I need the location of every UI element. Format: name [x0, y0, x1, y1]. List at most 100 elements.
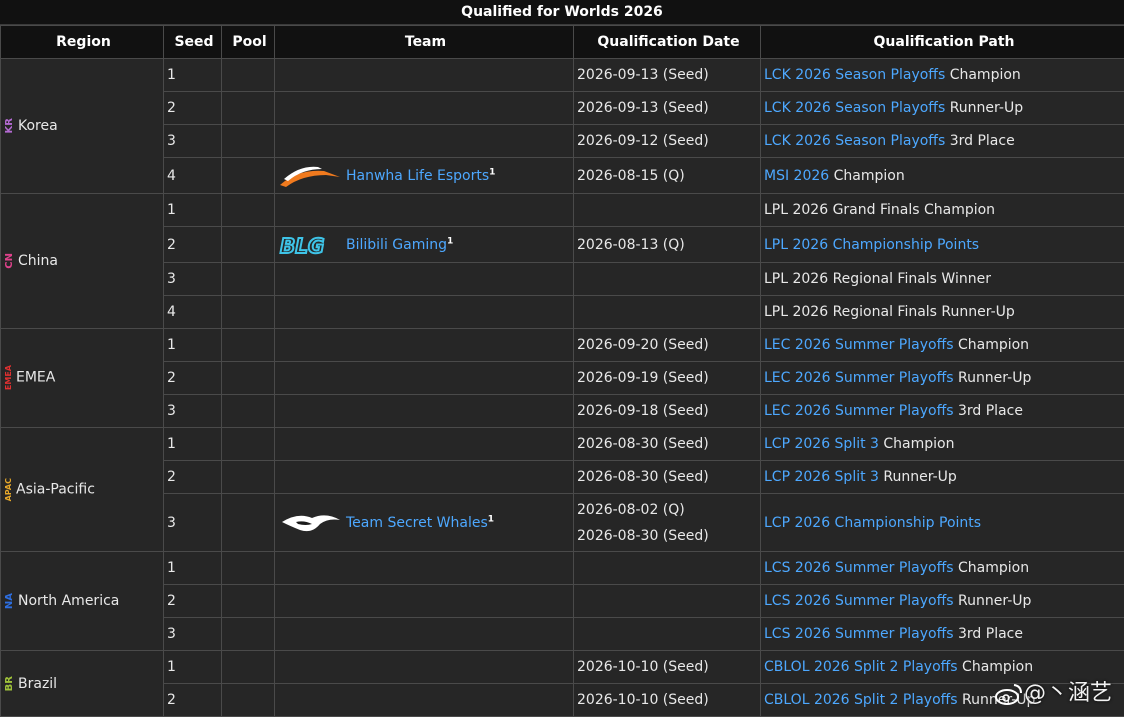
- date-cell: 2026-09-18 (Seed): [574, 395, 761, 428]
- footnote-marker[interactable]: 1: [489, 167, 495, 177]
- path-text: Champion: [958, 659, 1034, 675]
- seed-cell: 1: [164, 194, 222, 227]
- path-cell: LCS 2026 Summer Playoffs 3rd Place: [761, 618, 1124, 651]
- table-row: 4 LPL 2026 Regional Finals Runner-Up: [1, 296, 1124, 329]
- path-link[interactable]: LCS 2026 Summer Playoffs: [764, 626, 954, 642]
- path-link[interactable]: LEC 2026 Summer Playoffs: [764, 337, 954, 353]
- path-link[interactable]: LCP 2026 Split 3: [764, 436, 879, 452]
- pool-cell: [222, 395, 275, 428]
- path-text: Champion: [954, 560, 1030, 576]
- path-link[interactable]: MSI 2026: [764, 168, 829, 184]
- pool-cell: [222, 92, 275, 125]
- date-cell: [574, 263, 761, 296]
- watermark: @丶涵艺: [994, 675, 1112, 707]
- path-cell: LCP 2026 Championship Points: [761, 494, 1124, 552]
- table-row: APACAsia-Pacific 1 2026-08-30 (Seed) LCP…: [1, 428, 1124, 461]
- header-seed[interactable]: Seed: [164, 26, 222, 59]
- footnote-marker[interactable]: 1: [488, 514, 494, 524]
- date-cell: 2026-09-13 (Seed): [574, 59, 761, 92]
- path-link[interactable]: CBLOL 2026 Split 2 Playoffs: [764, 692, 958, 708]
- path-link[interactable]: LCK 2026 Season Playoffs: [764, 133, 945, 149]
- team-name-link[interactable]: Hanwha Life Esports: [346, 168, 489, 184]
- blg-logo-icon: BLG: [278, 232, 342, 258]
- table-row: 2 BLG Bilibili Gaming1 2026-08-13 (Q) LP…: [1, 227, 1124, 263]
- path-text: 3rd Place: [954, 626, 1023, 642]
- pool-cell: [222, 296, 275, 329]
- path-cell: LCP 2026 Split 3 Champion: [761, 428, 1124, 461]
- table-row: 3 Team Secret Whales1 2026-08-02 (Q) 202…: [1, 494, 1124, 552]
- team-cell: [275, 329, 574, 362]
- path-link[interactable]: LCS 2026 Summer Playoffs: [764, 560, 954, 576]
- date-cell: [574, 194, 761, 227]
- path-cell: LPL 2026 Regional Finals Runner-Up: [761, 296, 1124, 329]
- team-cell: [275, 585, 574, 618]
- table-row: 2 LCS 2026 Summer Playoffs Runner-Up: [1, 585, 1124, 618]
- team-name-link[interactable]: Team Secret Whales: [346, 515, 488, 531]
- path-text: 3rd Place: [945, 133, 1014, 149]
- header-qualification-path[interactable]: Qualification Path: [761, 26, 1124, 59]
- seed-cell: 4: [164, 296, 222, 329]
- seed-cell: 1: [164, 651, 222, 684]
- pool-cell: [222, 194, 275, 227]
- table-caption: Qualified for Worlds 2026: [0, 0, 1124, 25]
- watermark-text: @丶涵艺: [1024, 681, 1112, 706]
- region-name-china: China: [18, 253, 58, 269]
- path-link[interactable]: CBLOL 2026 Split 2 Playoffs: [764, 659, 958, 675]
- table-row: 2 2026-09-19 (Seed) LEC 2026 Summer Play…: [1, 362, 1124, 395]
- pool-cell: [222, 684, 275, 717]
- pool-cell: [222, 651, 275, 684]
- path-cell: MSI 2026 Champion: [761, 158, 1124, 194]
- date-cell: 2026-09-20 (Seed): [574, 329, 761, 362]
- path-link[interactable]: LCK 2026 Season Playoffs: [764, 100, 945, 116]
- region-code-korea: KR: [4, 118, 15, 133]
- seed-cell: 2: [164, 362, 222, 395]
- table-row: 3 LPL 2026 Regional Finals Winner: [1, 263, 1124, 296]
- date-cell: [574, 552, 761, 585]
- path-link[interactable]: LCK 2026 Season Playoffs: [764, 67, 945, 83]
- path-cell: LCP 2026 Split 3 Runner-Up: [761, 461, 1124, 494]
- footnote-marker[interactable]: 1: [447, 236, 453, 246]
- path-link[interactable]: LEC 2026 Summer Playoffs: [764, 403, 954, 419]
- table-row: KRKorea 1 2026-09-13 (Seed) LCK 2026 Sea…: [1, 59, 1124, 92]
- pool-cell: [222, 618, 275, 651]
- pool-cell: [222, 59, 275, 92]
- region-cell-korea: KRKorea: [1, 59, 164, 194]
- pool-cell: [222, 263, 275, 296]
- team-cell: [275, 194, 574, 227]
- date-cell: [574, 618, 761, 651]
- region-code-na: NA: [4, 593, 15, 609]
- seed-cell: 2: [164, 461, 222, 494]
- date-cell: 2026-08-13 (Q): [574, 227, 761, 263]
- team-name-link[interactable]: Bilibili Gaming: [346, 237, 447, 253]
- team-cell: [275, 59, 574, 92]
- path-link[interactable]: LPL 2026 Championship Points: [764, 237, 979, 253]
- weibo-icon: [994, 682, 1024, 706]
- team-cell: [275, 362, 574, 395]
- table-row: NANorth America 1 LCS 2026 Summer Playof…: [1, 552, 1124, 585]
- header-qualification-date[interactable]: Qualification Date: [574, 26, 761, 59]
- seed-cell: 3: [164, 618, 222, 651]
- path-text: Runner-Up: [954, 593, 1032, 609]
- header-pool[interactable]: Pool: [222, 26, 275, 59]
- path-text: Runner-Up: [954, 370, 1032, 386]
- path-link[interactable]: LEC 2026 Summer Playoffs: [764, 370, 954, 386]
- pool-cell: [222, 158, 275, 194]
- path-link[interactable]: LCS 2026 Summer Playoffs: [764, 593, 954, 609]
- date-cell: 2026-09-12 (Seed): [574, 125, 761, 158]
- seed-cell: 1: [164, 59, 222, 92]
- path-link[interactable]: LCP 2026 Split 3: [764, 469, 879, 485]
- path-link[interactable]: LCP 2026 Championship Points: [764, 515, 981, 531]
- seed-cell: 1: [164, 329, 222, 362]
- team-cell: BLG Bilibili Gaming1: [275, 227, 574, 263]
- pool-cell: [222, 494, 275, 552]
- team-cell: [275, 684, 574, 717]
- path-text: Runner-Up: [945, 100, 1023, 116]
- table-row: 2 2026-10-10 (Seed) CBLOL 2026 Split 2 P…: [1, 684, 1124, 717]
- team-cell: [275, 395, 574, 428]
- region-cell-china: CNChina: [1, 194, 164, 329]
- hanwha-logo-icon: [278, 163, 342, 189]
- path-cell: LEC 2026 Summer Playoffs Champion: [761, 329, 1124, 362]
- team-secret-logo-icon: [278, 510, 342, 536]
- header-region[interactable]: Region: [1, 26, 164, 59]
- header-team[interactable]: Team: [275, 26, 574, 59]
